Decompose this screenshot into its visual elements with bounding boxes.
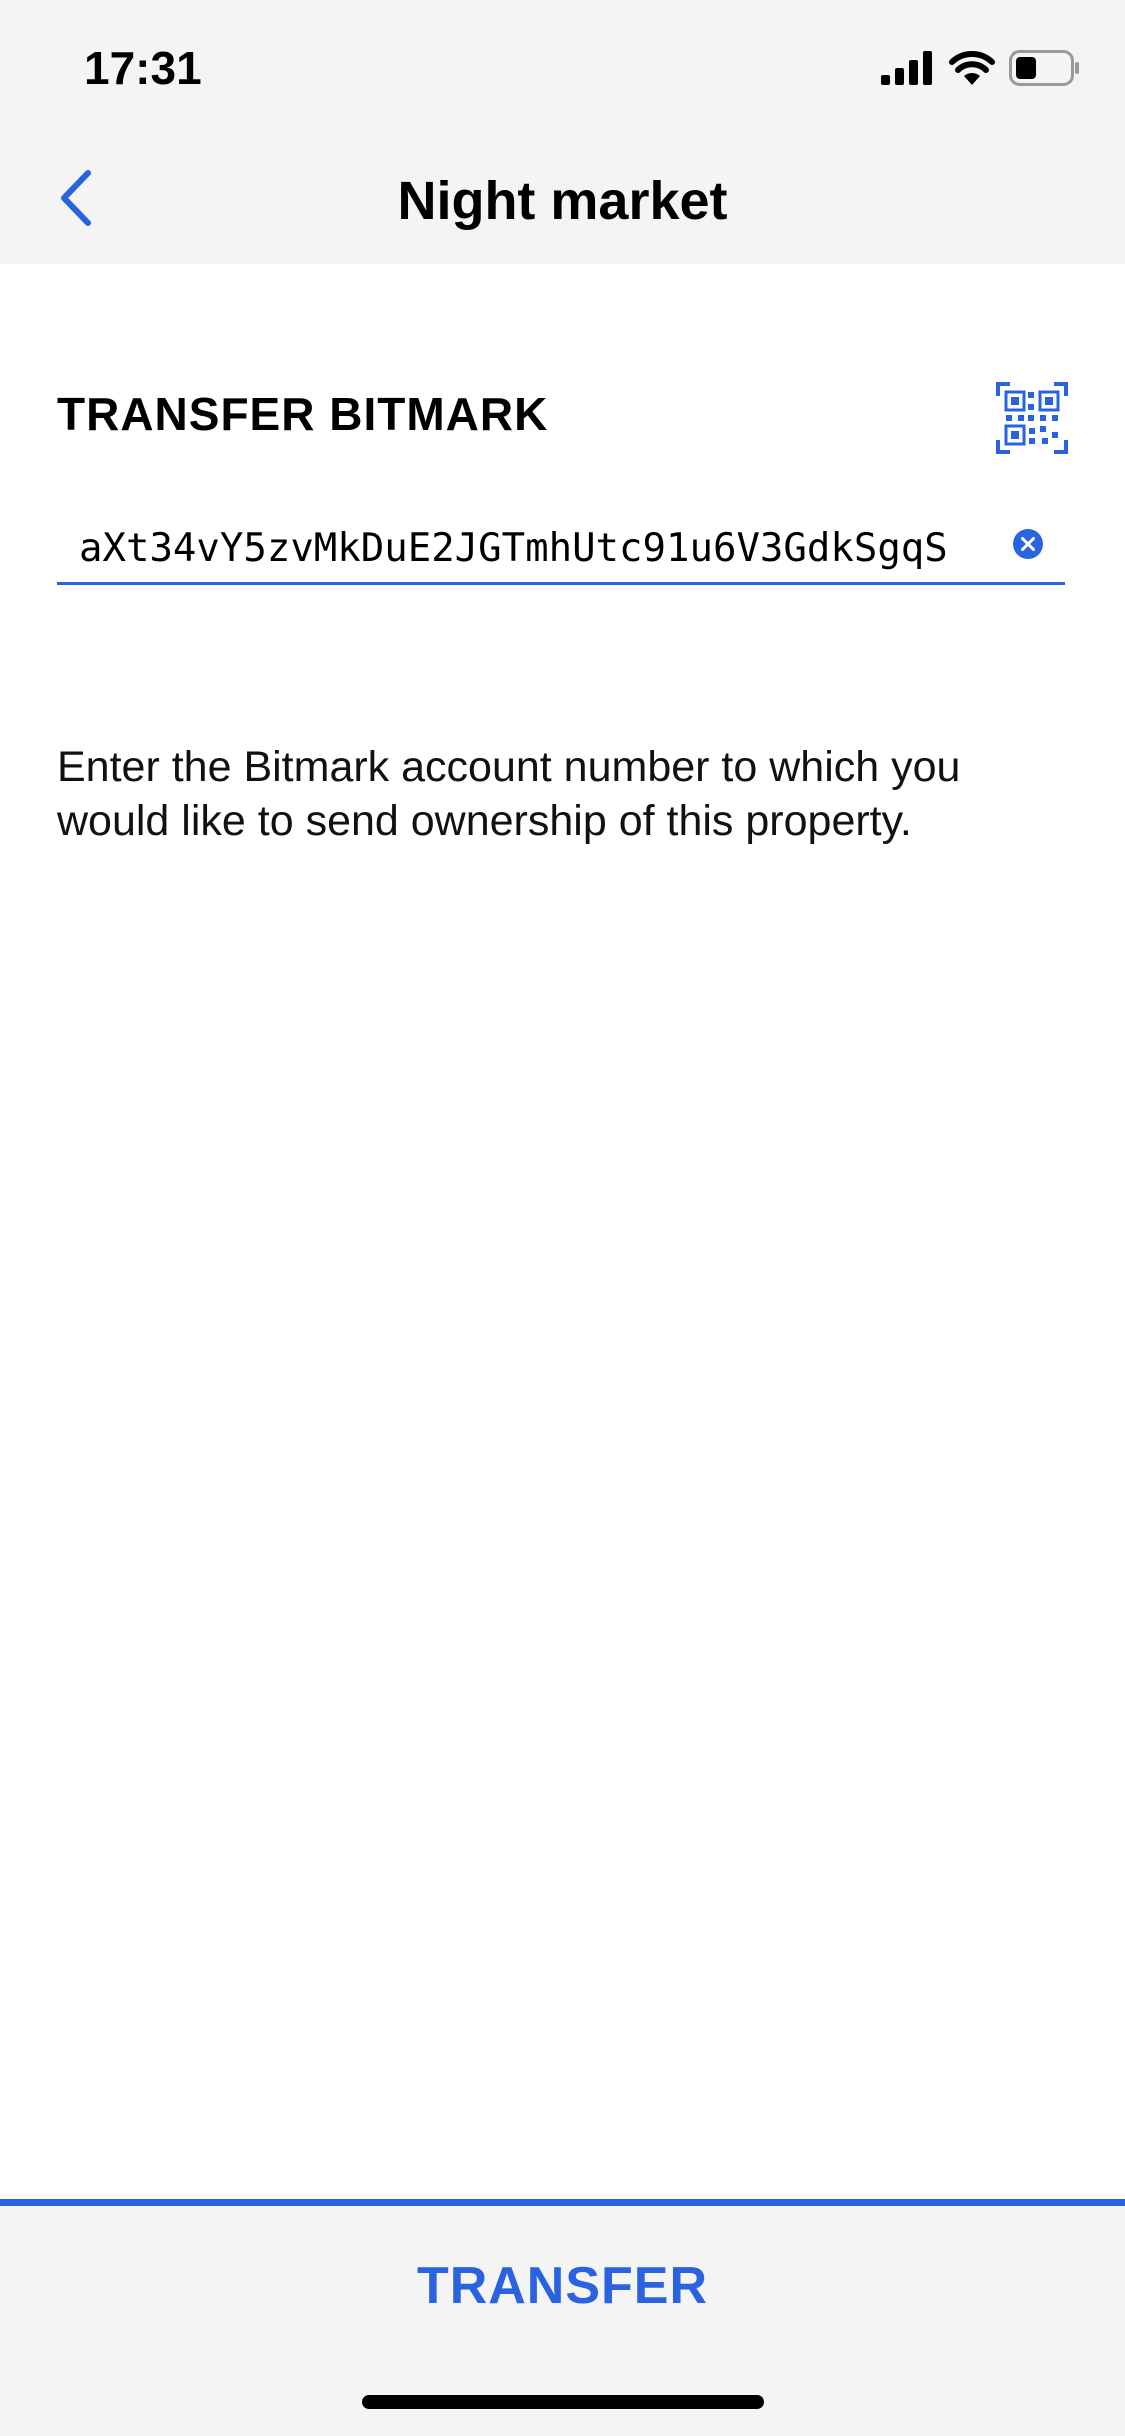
page-title: Night market [397, 171, 728, 231]
account-number-input[interactable] [79, 521, 1019, 575]
qr-code-icon [996, 382, 1068, 458]
helper-text: Enter the Bitmark account number to whic… [57, 743, 961, 845]
status-time: 17:31 [84, 42, 202, 94]
wifi-icon [949, 51, 995, 89]
signal-icon [881, 51, 935, 89]
clear-circle-icon [1013, 529, 1043, 563]
account-number-field[interactable] [57, 515, 1065, 585]
scan-qr-button[interactable] [996, 382, 1068, 454]
status-icons [881, 46, 1081, 94]
home-indicator [362, 2395, 764, 2409]
transfer-button[interactable]: TRANSFER [0, 2236, 1125, 2336]
top-bar: 17:31 Night market [0, 0, 1125, 264]
section-title: TRANSFER BITMARK [57, 388, 549, 440]
clear-input-button[interactable] [1013, 529, 1043, 559]
battery-icon [1009, 50, 1081, 90]
